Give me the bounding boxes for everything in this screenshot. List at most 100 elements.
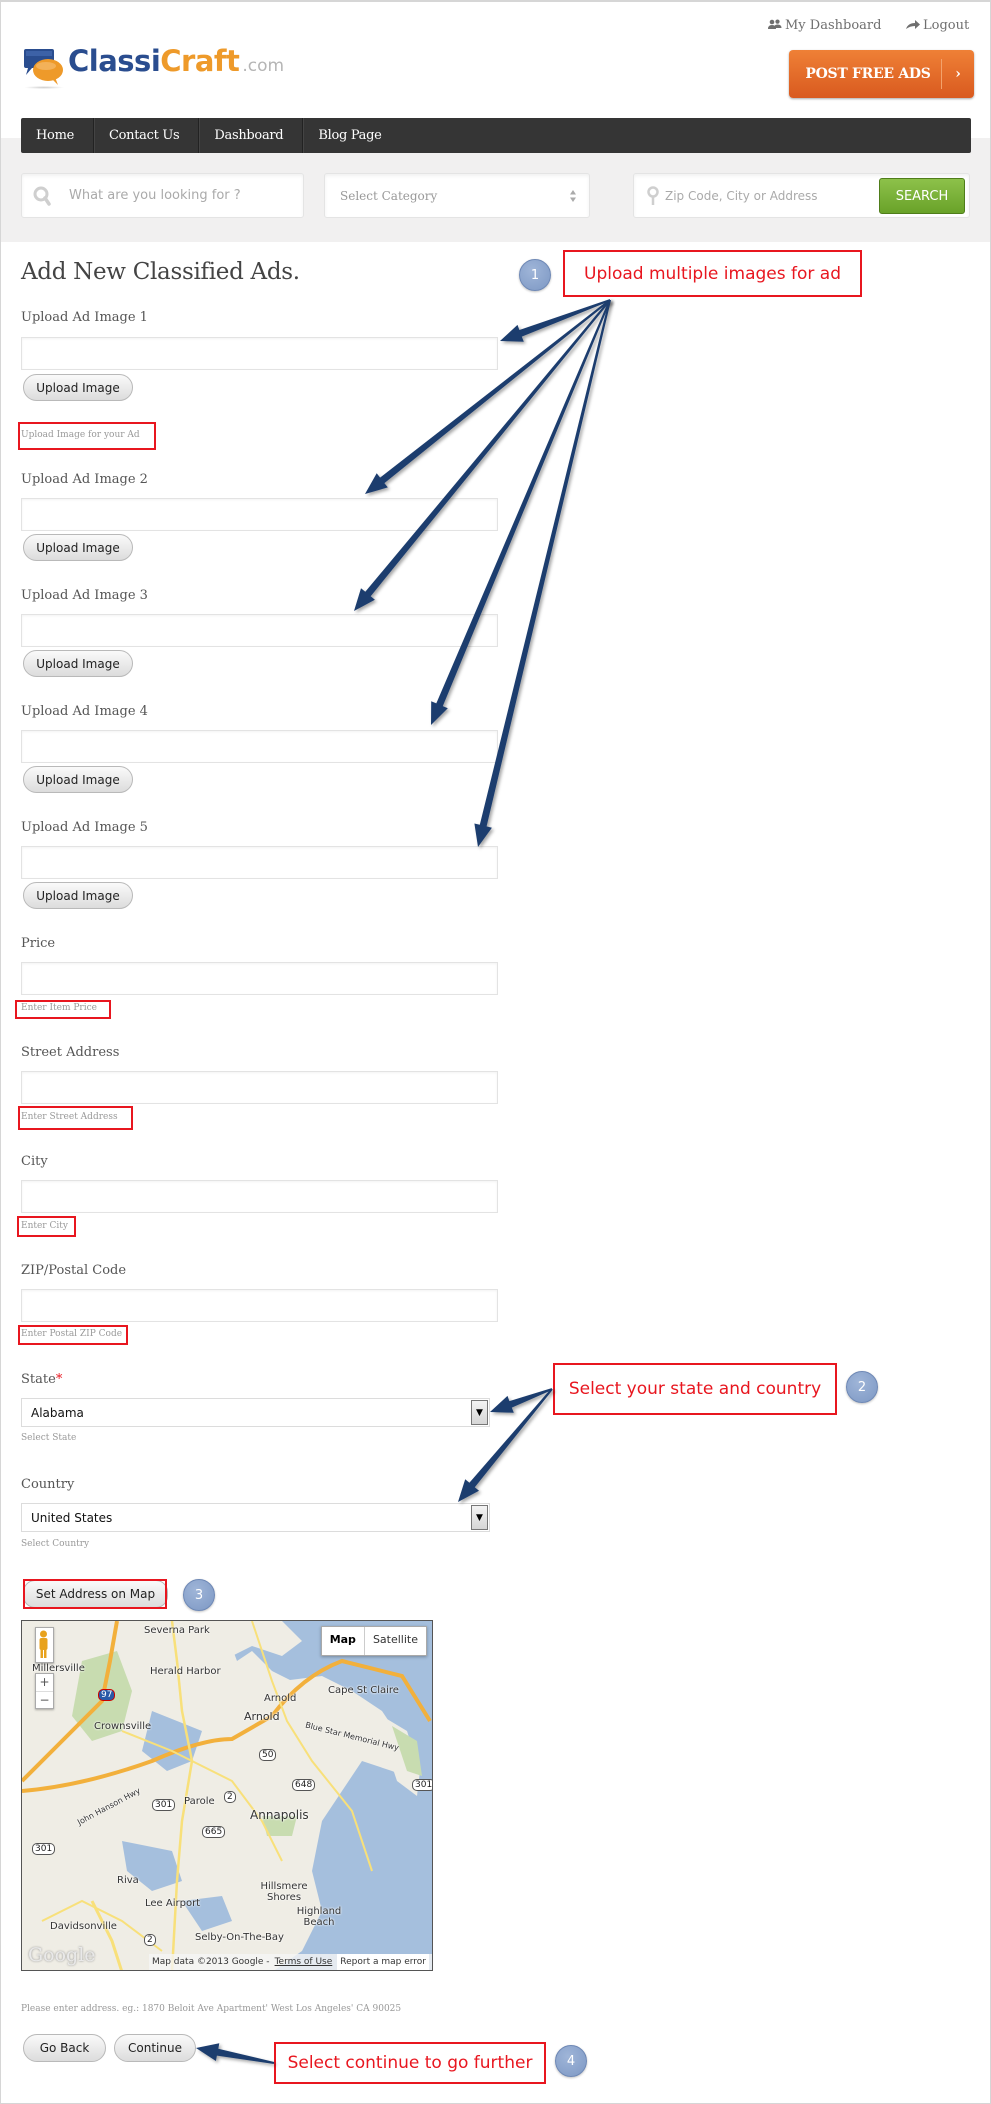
state-label-text: State (21, 1372, 56, 1387)
upload-image-1-hint: Upload Image for your Ad (21, 430, 140, 440)
nav-item-contact-us[interactable]: Contact Us (94, 118, 200, 153)
callout-upload-images: Upload multiple images for ad (563, 250, 862, 297)
search-icon (33, 186, 51, 206)
annotation-highlight-box (23, 1579, 167, 1609)
map-place-label: Hillsmere Shores (260, 1881, 308, 1903)
zip-code-input[interactable] (21, 1289, 498, 1322)
location-search-input[interactable]: Zip Code, City or Address SEARCH (633, 173, 970, 218)
state-selected-value: Alabama (31, 1405, 84, 1420)
upload-image-3-field[interactable] (21, 614, 498, 647)
users-icon (768, 18, 782, 33)
highway-shield: 301 (152, 1799, 176, 1811)
location-placeholder: Zip Code, City or Address (665, 188, 818, 203)
state-select[interactable]: Alabama ▼ (21, 1398, 490, 1427)
google-logo: Google (28, 1944, 96, 1966)
state-hint: Select State (21, 1433, 77, 1443)
map-place-label: Davidsonville (50, 1921, 117, 1932)
my-dashboard-link[interactable]: My Dashboard (768, 18, 881, 33)
upload-image-2-button[interactable]: Upload Image (23, 534, 133, 561)
zoom-in-button[interactable]: + (36, 1674, 53, 1692)
city-input[interactable] (21, 1180, 498, 1213)
category-placeholder: Select Category (340, 188, 438, 203)
logo-text[interactable]: ClassiCraft .com (68, 44, 284, 78)
upload-image-1-label: Upload Ad Image 1 (21, 310, 148, 325)
upload-image-3-button[interactable]: Upload Image (23, 650, 133, 677)
city-label: City (21, 1154, 48, 1169)
map[interactable]: Severna Park Millersville Herald Harbor … (21, 1620, 433, 1971)
zip-code-label: ZIP/Postal Code (21, 1263, 127, 1278)
logo-suffix: .com (242, 56, 285, 76)
street-view-pegman-icon[interactable] (35, 1627, 54, 1663)
my-dashboard-label: My Dashboard (785, 18, 882, 33)
up-down-arrows-icon (569, 189, 577, 203)
map-data-text: Map data ©2013 Google - (151, 1957, 270, 1967)
street-address-input[interactable] (21, 1071, 498, 1104)
highway-shield: 2 (224, 1791, 236, 1803)
map-place-label: Annapolis (250, 1808, 309, 1822)
highway-shield: 50 (259, 1749, 277, 1761)
step-badge-3: 3 (183, 1579, 215, 1611)
zoom-out-button[interactable]: − (36, 1692, 53, 1709)
upload-image-1-field[interactable] (21, 337, 498, 370)
main-nav: Home Contact Us Dashboard Blog Page (21, 118, 971, 153)
map-place-label: Cape St Claire (328, 1685, 399, 1696)
zip-code-hint: Enter Postal ZIP Code (21, 1329, 123, 1339)
map-place-label: Arnold (264, 1693, 297, 1704)
upload-image-4-label: Upload Ad Image 4 (21, 704, 148, 719)
upload-image-5-button[interactable]: Upload Image (23, 882, 133, 909)
map-place-label: Parole (184, 1796, 215, 1807)
street-address-hint: Enter Street Address (21, 1112, 118, 1122)
report-map-error-link[interactable]: Report a map error (337, 1954, 429, 1970)
map-place-label: Crownsville (94, 1721, 152, 1732)
search-button[interactable]: SEARCH (879, 178, 965, 214)
map-place-label: Riva (117, 1875, 139, 1886)
category-select[interactable]: Select Category (324, 173, 590, 218)
address-example-hint: Please enter address. eg.: 1870 Beloit A… (21, 2004, 402, 2014)
highway-shield: 2 (144, 1934, 156, 1946)
callout-continue: Select continue to go further (274, 2042, 546, 2084)
post-free-ads-button[interactable]: POST FREE ADS › (789, 50, 974, 98)
keyword-search-input[interactable]: What are you looking for ? (21, 173, 304, 218)
logo-shadow (24, 86, 64, 89)
logout-link[interactable]: Logout (906, 18, 969, 33)
logo-part2: Craft (160, 44, 240, 78)
keyword-placeholder: What are you looking for ? (69, 188, 241, 203)
nav-item-blog-page[interactable]: Blog Page (303, 118, 400, 153)
logo-icon[interactable] (22, 48, 66, 86)
continue-button[interactable]: Continue (114, 2034, 196, 2062)
upload-image-4-field[interactable] (21, 730, 498, 763)
logo-part1: Classi (68, 44, 161, 78)
upload-image-4-button[interactable]: Upload Image (23, 766, 133, 793)
upload-image-2-field[interactable] (21, 498, 498, 531)
required-asterisk: * (55, 1372, 63, 1387)
price-label: Price (21, 936, 56, 951)
highway-shield: 97 (98, 1689, 116, 1701)
dropdown-arrow-icon[interactable]: ▼ (471, 1400, 488, 1425)
map-place-label: Severna Park (144, 1625, 210, 1636)
country-label: Country (21, 1477, 75, 1492)
country-hint: Select Country (21, 1539, 90, 1549)
location-pin-icon (647, 185, 659, 206)
dropdown-arrow-icon[interactable]: ▼ (471, 1505, 488, 1530)
step-badge-4: 4 (555, 2045, 587, 2077)
map-type-map-button[interactable]: Map (322, 1627, 365, 1655)
logout-label: Logout (923, 18, 970, 33)
highway-shield: 301 (412, 1779, 432, 1791)
price-input[interactable] (21, 962, 498, 995)
upload-image-5-field[interactable] (21, 846, 498, 879)
page-title: Add New Classified Ads. (21, 259, 300, 285)
go-back-button[interactable]: Go Back (23, 2034, 106, 2062)
highway-shield: 301 (32, 1843, 56, 1855)
city-hint: Enter City (21, 1221, 68, 1231)
country-select[interactable]: United States ▼ (21, 1503, 490, 1532)
highway-shield: 665 (202, 1826, 226, 1838)
map-place-label: Highland Beach (296, 1906, 342, 1928)
post-free-ads-label: POST FREE ADS (805, 66, 931, 82)
map-type-satellite-button[interactable]: Satellite (365, 1627, 426, 1655)
terms-of-use-link[interactable]: Terms of Use (275, 1957, 333, 1967)
upload-image-2-label: Upload Ad Image 2 (21, 472, 148, 487)
map-place-label: Herald Harbor (150, 1666, 221, 1677)
upload-image-1-button[interactable]: Upload Image (23, 374, 133, 401)
nav-item-dashboard[interactable]: Dashboard (199, 118, 304, 153)
nav-item-home[interactable]: Home (21, 118, 94, 153)
